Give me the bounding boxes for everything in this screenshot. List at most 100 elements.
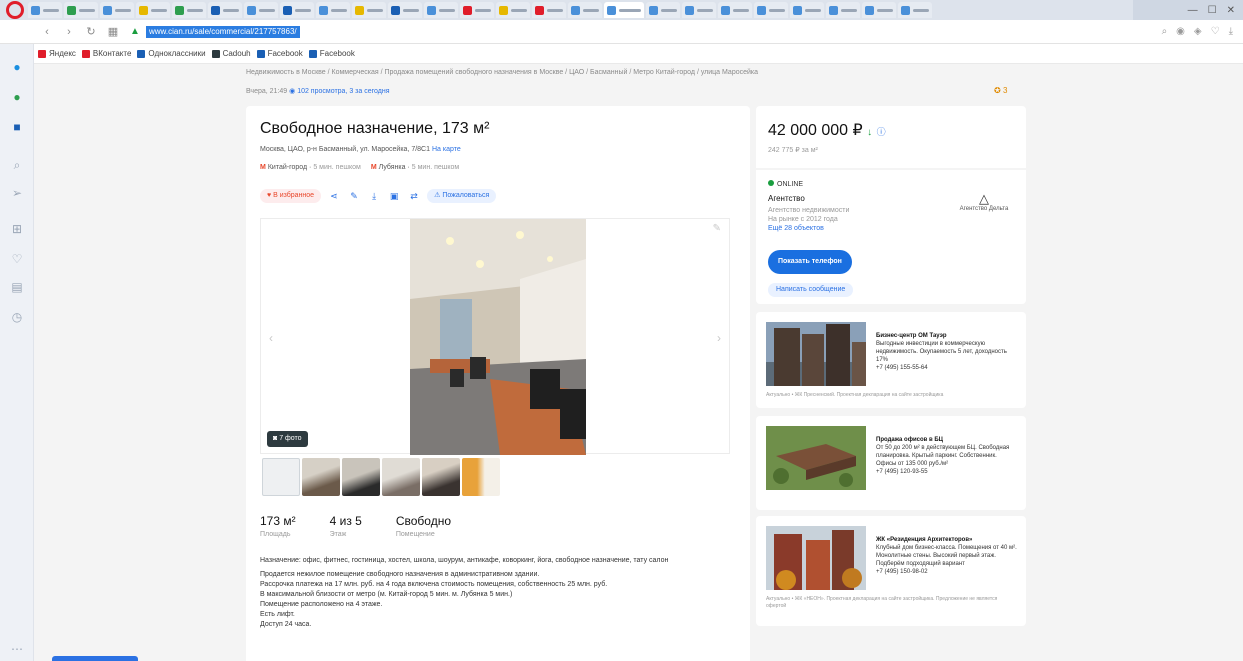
map-link[interactable]: На карте	[432, 146, 461, 153]
thumbnail-floorplan[interactable]	[262, 458, 300, 496]
lock-icon[interactable]: ▲	[130, 26, 140, 37]
browser-tab[interactable]	[568, 2, 602, 18]
whatsapp-icon[interactable]: ●	[7, 88, 27, 106]
send-message-button[interactable]: Написать сообщение	[768, 283, 854, 297]
bookmark-facebook-2[interactable]: Facebook	[308, 49, 355, 58]
history-icon[interactable]: ◷	[7, 308, 27, 326]
bookmark-ok[interactable]: Одноклассники	[137, 49, 206, 58]
pencil-icon[interactable]: ✎	[713, 223, 721, 234]
vk-icon[interactable]: ■	[7, 118, 27, 136]
browser-tab[interactable]	[790, 2, 824, 18]
main-photo[interactable]	[410, 219, 586, 455]
ad-phone[interactable]: +7 (495) 150-98-02	[876, 568, 1018, 576]
browser-tab[interactable]	[100, 2, 134, 18]
apps-icon[interactable]: ⊞	[7, 220, 27, 238]
gallery-next-icon[interactable]: ›	[717, 331, 721, 345]
reload-icon[interactable]: ↻	[84, 25, 98, 38]
bookmark-cadouh[interactable]: Cadouh	[211, 49, 251, 58]
price-history-icon[interactable]: ⓘ	[877, 127, 886, 137]
browser-tab[interactable]	[208, 2, 242, 18]
bookmark-yandex[interactable]: Яндекс	[38, 49, 76, 58]
print-icon[interactable]: ▣	[387, 189, 401, 203]
search-icon[interactable]: ⌕	[7, 156, 27, 174]
bookmark-facebook[interactable]: Facebook	[256, 49, 303, 58]
thumbnail[interactable]	[462, 458, 500, 496]
download-icon[interactable]: ⤓	[367, 189, 381, 203]
browser-tab[interactable]	[754, 2, 788, 18]
thumbnail[interactable]	[302, 458, 340, 496]
messenger-icon[interactable]: ●	[7, 58, 27, 76]
browser-tab[interactable]	[172, 2, 206, 18]
metro-item[interactable]: M Китай-город · 5 мин. пешком	[260, 164, 361, 171]
ad-image[interactable]	[766, 526, 866, 590]
download-icon[interactable]: ⤓	[1229, 26, 1233, 37]
browser-tab-strip: — ☐ ✕	[0, 0, 1243, 20]
compare-icon[interactable]: ⇄	[407, 189, 421, 203]
ad-card[interactable]: Продажа офисов в БЦ От 50 до 200 м² в де…	[756, 416, 1026, 510]
url-field[interactable]: www.cian.ru/sale/commercial/217757863/	[146, 25, 300, 38]
breadcrumb[interactable]: Недвижимость в Москве / Коммерческая / П…	[246, 69, 758, 76]
ad-image[interactable]	[766, 426, 866, 490]
bookmark-vk[interactable]: ВКонтакте	[81, 49, 131, 58]
gallery-prev-icon[interactable]: ‹	[269, 331, 273, 345]
ad-phone[interactable]: +7 (495) 155-55-64	[876, 364, 1018, 372]
news-icon[interactable]: ▤	[7, 278, 27, 296]
browser-tab[interactable]	[826, 2, 860, 18]
more-icon[interactable]: ⋯	[7, 640, 27, 658]
browser-tab[interactable]	[388, 2, 422, 18]
complain-button[interactable]: ⚠ Пожаловаться	[427, 189, 497, 203]
browser-tab[interactable]	[64, 2, 98, 18]
browser-tab[interactable]	[244, 2, 278, 18]
favorites-counter[interactable]: ✪ 3	[994, 86, 1007, 95]
photo-gallery[interactable]: ‹ › ✎ ◙ 7 фото	[260, 218, 730, 455]
browser-tab[interactable]	[280, 2, 314, 18]
browser-tab[interactable]	[352, 2, 386, 18]
metro-item[interactable]: M Лубянка · 5 мин. пешком	[371, 164, 459, 171]
price-up-icon[interactable]: ↓	[867, 127, 872, 138]
thumbnail[interactable]	[342, 458, 380, 496]
bookmark-heart-icon[interactable]: ♡	[1211, 26, 1220, 37]
heart-icon[interactable]: ♡	[7, 250, 27, 268]
maximize-icon[interactable]: ☐	[1208, 5, 1217, 16]
ad-phone[interactable]: +7 (495) 120-93-55	[876, 468, 1018, 476]
floating-chat-tab[interactable]	[52, 656, 138, 661]
browser-tab[interactable]	[28, 2, 62, 18]
speed-dial-icon[interactable]: ▦	[106, 25, 120, 38]
views-count[interactable]: 102 просмотра, 3 за сегодня	[297, 88, 389, 95]
agent-objects-link[interactable]: Ещё 28 объектов	[768, 224, 849, 233]
browser-tab[interactable]	[718, 2, 752, 18]
share-icon[interactable]: ⋖	[327, 189, 341, 203]
edit-note-icon[interactable]: ✎	[347, 189, 361, 203]
close-icon[interactable]: ✕	[1227, 5, 1235, 16]
add-favorite-button[interactable]: ♥ В избранное	[260, 189, 322, 203]
agent-name[interactable]: Агентство	[768, 194, 805, 203]
ad-card[interactable]: Бизнес-центр ОМ Тауэр Выгодные инвестици…	[756, 312, 1026, 408]
show-phone-button[interactable]: Показать телефон	[768, 250, 852, 274]
ad-card[interactable]: ЖК «Резиденция Архитекторов» Клубный дом…	[756, 516, 1026, 626]
browser-tab[interactable]	[496, 2, 530, 18]
browser-tab[interactable]	[316, 2, 350, 18]
ad-image[interactable]	[766, 322, 866, 386]
shield-icon[interactable]: ◈	[1194, 26, 1202, 37]
browser-tab[interactable]	[424, 2, 458, 18]
browser-tab[interactable]	[460, 2, 494, 18]
browser-tab-active[interactable]	[604, 2, 644, 18]
agent-logo[interactable]: △ Агентство Дельта	[958, 192, 1010, 213]
thumbnail[interactable]	[382, 458, 420, 496]
browser-tab[interactable]	[862, 2, 896, 18]
opera-menu-icon[interactable]	[6, 1, 24, 19]
agent-info: Агентство недвижимости На рынке с 2012 г…	[768, 207, 850, 233]
browser-tab[interactable]	[898, 2, 932, 18]
back-icon[interactable]: ‹	[40, 26, 54, 38]
browser-tab[interactable]	[682, 2, 716, 18]
camera-icon[interactable]: ◉	[1176, 26, 1185, 37]
browser-tab[interactable]	[532, 2, 566, 18]
minimize-icon[interactable]: —	[1188, 5, 1198, 16]
send-icon[interactable]: ➢	[7, 184, 27, 202]
forward-icon[interactable]: ›	[62, 26, 76, 38]
search-icon[interactable]: ⌕	[1162, 26, 1168, 37]
thumbnail[interactable]	[422, 458, 460, 496]
photos-count-badge[interactable]: ◙ 7 фото	[267, 431, 308, 447]
browser-tab[interactable]	[136, 2, 170, 18]
browser-tab[interactable]	[646, 2, 680, 18]
